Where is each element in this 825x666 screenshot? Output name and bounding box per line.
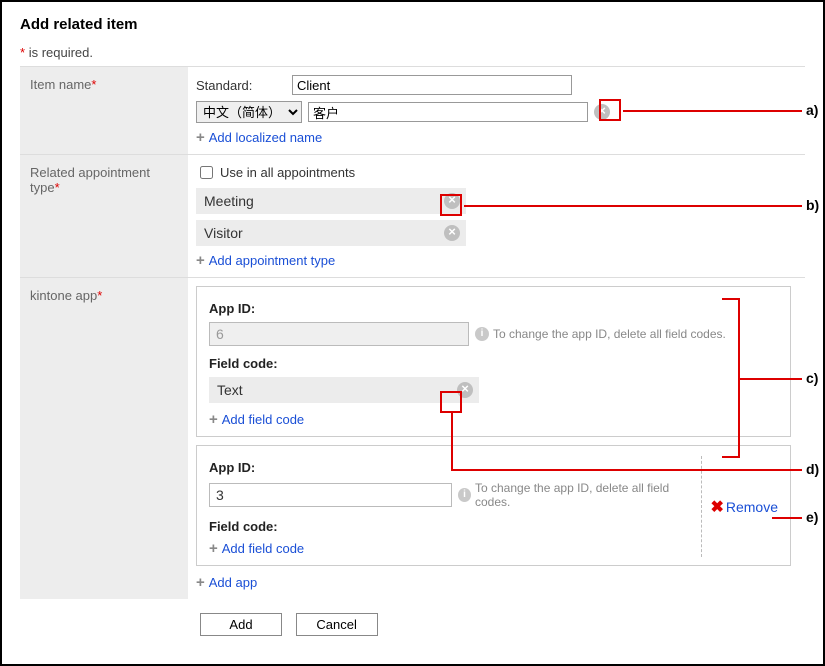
plus-icon: +: [209, 411, 218, 428]
plus-icon: +: [209, 540, 218, 557]
item-name-label: Item name*: [20, 67, 188, 154]
annotation-box-b: [440, 194, 462, 216]
required-note: * is required.: [20, 45, 805, 60]
cancel-button[interactable]: Cancel: [296, 613, 378, 636]
use-all-checkbox[interactable]: [200, 166, 213, 179]
app-id-label: App ID:: [209, 301, 778, 316]
annotation-line: [623, 110, 802, 112]
plus-icon: +: [196, 252, 205, 269]
plus-icon: +: [196, 574, 205, 591]
annotation-line: [451, 413, 453, 471]
annotation-box-a: [599, 99, 621, 121]
page-title: Add related item: [20, 16, 805, 33]
appointment-type-tag: Meeting ×: [196, 188, 466, 214]
app-id-input[interactable]: [209, 483, 452, 507]
add-localized-name-link[interactable]: + Add localized name: [196, 129, 322, 146]
add-field-code-link[interactable]: + Add field code: [209, 540, 304, 557]
x-icon: ✖: [710, 497, 723, 517]
plus-icon: +: [196, 129, 205, 146]
app-id-hint: i To change the app ID, delete all field…: [458, 481, 691, 509]
add-appointment-type-link[interactable]: + Add appointment type: [196, 252, 335, 269]
annotation-label-b: b): [806, 197, 819, 213]
standard-label: Standard:: [196, 78, 286, 93]
use-all-label: Use in all appointments: [220, 165, 355, 180]
app-id-input: [209, 322, 469, 346]
related-type-label: Related appointment type*: [20, 155, 188, 277]
annotation-line: [464, 205, 802, 207]
add-app-link[interactable]: + Add app: [196, 574, 257, 591]
standard-name-input[interactable]: [292, 75, 572, 95]
remove-tag-icon[interactable]: ×: [444, 225, 460, 241]
remove-app-button[interactable]: ✖ Remove: [710, 497, 778, 517]
annotation-line: [722, 456, 738, 458]
annotation-label-a: a): [806, 102, 818, 118]
annotation-label-c: c): [806, 370, 818, 386]
info-icon: i: [475, 327, 489, 341]
annotation-line: [772, 517, 802, 519]
info-icon: i: [458, 488, 471, 502]
add-button[interactable]: Add: [200, 613, 282, 636]
kintone-app-panel: App ID: i To change the app ID, delete a…: [196, 286, 791, 437]
language-select[interactable]: 中文（简体）: [196, 101, 302, 123]
annotation-line: [451, 469, 802, 471]
appointment-type-tag: Visitor ×: [196, 220, 466, 246]
annotation-label-d: d): [806, 461, 819, 477]
app-id-hint: i To change the app ID, delete all field…: [475, 327, 726, 341]
annotation-box-d: [440, 391, 462, 413]
annotation-label-e: e): [806, 509, 818, 525]
add-field-code-link[interactable]: + Add field code: [209, 411, 304, 428]
field-code-label: Field code:: [209, 519, 691, 534]
kintone-app-panel: App ID: i To change the app ID, delete a…: [196, 445, 791, 566]
localized-name-input[interactable]: [308, 102, 588, 122]
field-code-label: Field code:: [209, 356, 778, 371]
annotation-line: [722, 298, 738, 300]
kintone-app-label: kintone app*: [20, 278, 188, 599]
annotation-line: [738, 378, 802, 380]
asterisk-icon: *: [20, 45, 25, 60]
field-code-tag: Text ×: [209, 377, 479, 403]
